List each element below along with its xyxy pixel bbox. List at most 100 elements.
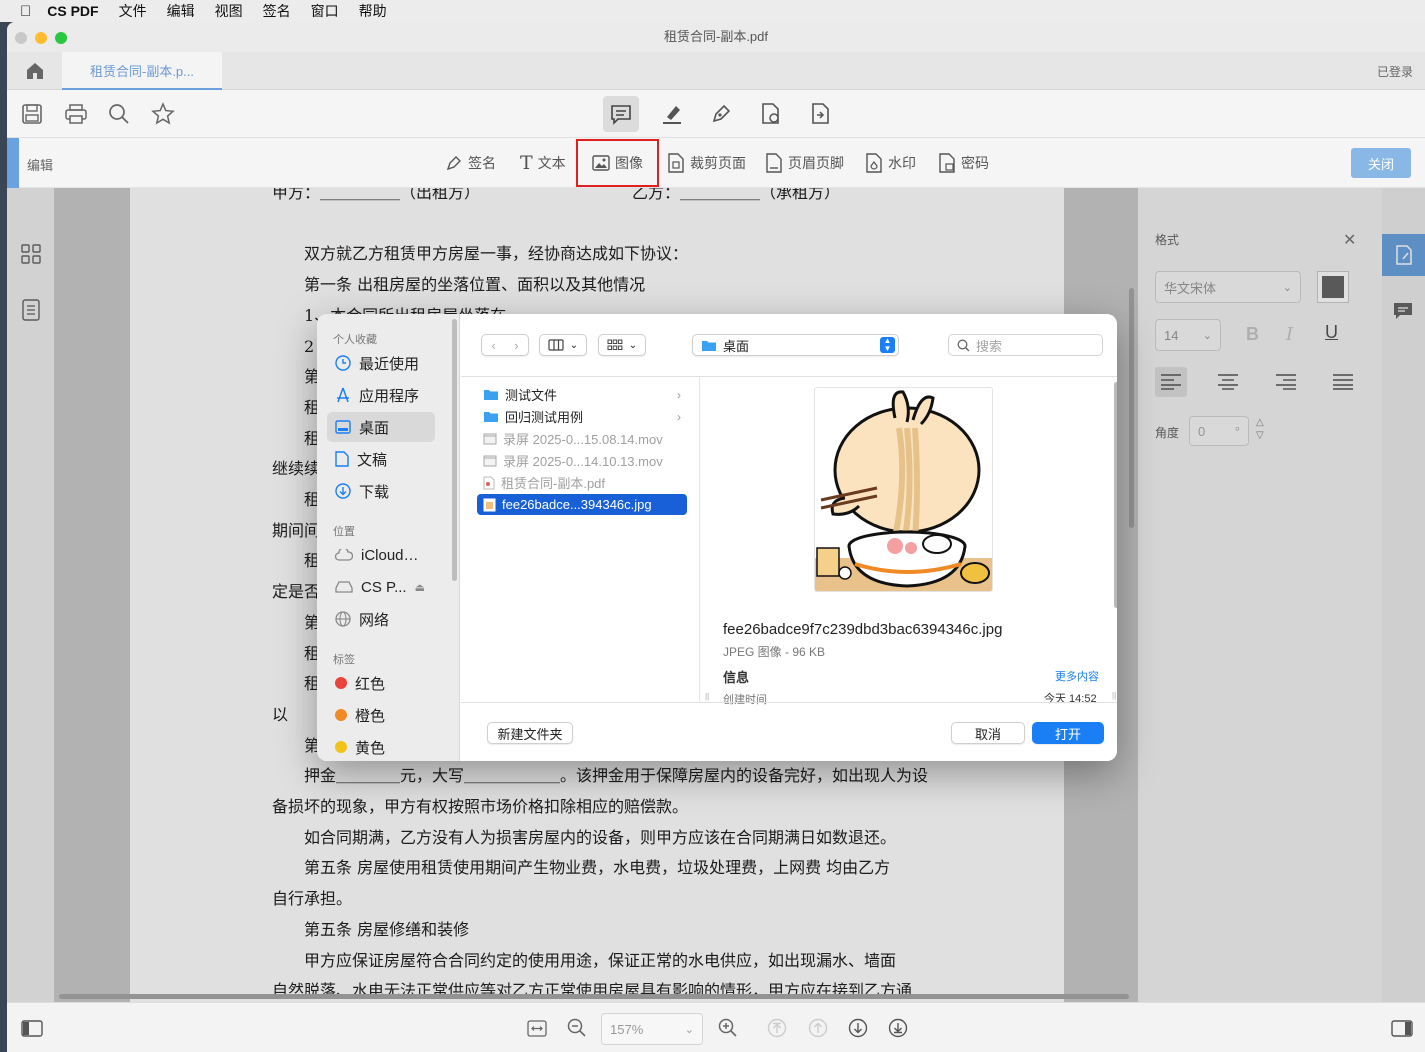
sidebar-item-disk[interactable]: CS P... ⏏ — [327, 572, 435, 602]
menu-file[interactable]: 文件 — [119, 1, 147, 21]
tag-color-icon — [335, 741, 347, 753]
text-button[interactable]: T 文本 — [520, 150, 566, 176]
crop-page-button[interactable]: 裁剪页面 — [667, 150, 746, 176]
zoom-out-button[interactable] — [567, 1018, 587, 1038]
toggle-left-panel-button[interactable] — [21, 1020, 43, 1037]
next-page-button[interactable] — [848, 1018, 868, 1038]
search-field[interactable]: 搜索 — [948, 334, 1103, 356]
first-page-button[interactable] — [767, 1018, 787, 1038]
sidebar-item-icloud[interactable]: iCloud… — [327, 540, 435, 570]
search-icon — [957, 339, 970, 351]
login-status[interactable]: 已登录 — [1377, 63, 1413, 80]
search-placeholder: 搜索 — [976, 338, 1003, 354]
resize-handle-icon[interactable]: || — [705, 692, 709, 701]
title-bar: 租赁合同-副本.pdf — [7, 22, 1425, 52]
group-by-button[interactable]: ⌄ — [598, 334, 646, 356]
sidebar-item-tag[interactable]: 橙色 — [327, 700, 435, 730]
highlight-tool-button[interactable] — [661, 103, 683, 125]
column-divider[interactable] — [699, 376, 700, 702]
eject-icon[interactable]: ⏏ — [415, 581, 425, 594]
sidebar-item-tag[interactable]: 红色 — [327, 668, 435, 698]
cancel-button[interactable]: 取消 — [951, 722, 1025, 744]
sign-label: 签名 — [468, 155, 496, 171]
previous-page-button[interactable] — [808, 1018, 828, 1038]
preview-filename: fee26badce9f7c239dbd3bac6394346c.jpg — [723, 621, 1003, 638]
tab-bar: 租赁合同-副本.p... 已登录 — [7, 52, 1425, 90]
file-item[interactable]: 租赁合同-副本.pdf — [477, 472, 687, 493]
apple-icon[interactable]:  — [20, 3, 31, 20]
image-icon — [483, 498, 496, 512]
sidebar-item-desktop[interactable]: 桌面 — [327, 412, 435, 442]
signature-icon — [446, 156, 461, 171]
new-folder-button[interactable]: 新建文件夹 — [487, 722, 573, 744]
star-icon — [151, 102, 175, 125]
sidebar-item-recents[interactable]: 最近使用 — [327, 348, 435, 378]
edit-toolbar: 编辑 签名 T 文本 图像 裁剪页面 页眉页脚 水印 密码 关闭 — [7, 138, 1425, 188]
folder-item[interactable]: 回归测试用例 › — [477, 406, 687, 427]
home-button[interactable] — [7, 52, 62, 90]
save-button[interactable] — [21, 103, 43, 125]
file-item[interactable]: 录屏 2025-0...15.08.14.mov — [477, 428, 687, 449]
file-item[interactable]: 录屏 2025-0...14.10.13.mov — [477, 450, 687, 471]
last-page-icon — [888, 1018, 908, 1038]
header-footer-label: 页眉页脚 — [788, 155, 844, 171]
close-edit-button[interactable]: 关闭 — [1351, 148, 1411, 178]
menu-window[interactable]: 窗口 — [311, 1, 339, 21]
menu-edit[interactable]: 编辑 — [167, 1, 195, 21]
tab-document[interactable]: 租赁合同-副本.p... — [62, 52, 222, 90]
zoom-select[interactable]: 157% ⌄ — [601, 1013, 703, 1045]
watermark-button[interactable]: 水印 — [865, 150, 916, 176]
header-footer-button[interactable]: 页眉页脚 — [765, 150, 844, 176]
fit-width-button[interactable] — [527, 1020, 547, 1037]
menu-view[interactable]: 视图 — [215, 1, 243, 21]
chevron-right-icon[interactable]: › — [514, 338, 518, 353]
chevron-down-icon: ⌄ — [628, 339, 638, 351]
sign-button[interactable]: 签名 — [445, 150, 496, 176]
sidebar-item-tag[interactable]: 黄色 — [327, 732, 435, 761]
menu-help[interactable]: 帮助 — [359, 1, 387, 21]
more-info-link[interactable]: 更多内容 — [1055, 668, 1099, 684]
image-button[interactable]: 图像 — [576, 139, 659, 187]
resize-handle-icon[interactable]: || — [1112, 691, 1116, 700]
chevron-left-icon[interactable]: ‹ — [491, 338, 495, 353]
last-page-button[interactable] — [888, 1018, 908, 1038]
sidebar-item-downloads[interactable]: 下载 — [327, 476, 435, 506]
convert-tool-button[interactable] — [810, 102, 832, 126]
view-mode-button[interactable]: ⌄ — [539, 334, 587, 356]
sidebar-item-documents[interactable]: 文稿 — [327, 444, 435, 474]
sidebar-left-icon — [21, 1020, 43, 1037]
menu-sign[interactable]: 签名 — [263, 1, 291, 21]
toggle-right-panel-button[interactable] — [1391, 1020, 1413, 1037]
sidebar-scrollbar[interactable] — [452, 319, 457, 581]
bookmark-button[interactable] — [151, 102, 175, 126]
file-item[interactable]: fee26badce...394346c.jpg — [477, 494, 687, 515]
zoom-in-button[interactable] — [718, 1018, 738, 1038]
sidebar-item-applications[interactable]: 应用程序 — [327, 380, 435, 410]
chevron-down-icon: ⌄ — [684, 1023, 694, 1036]
grid-icon — [607, 339, 623, 350]
zoom-window-button[interactable] — [55, 32, 67, 44]
print-button[interactable] — [64, 103, 88, 125]
minimize-window-button[interactable] — [35, 32, 47, 44]
page-tool-button[interactable] — [760, 102, 782, 126]
save-icon — [22, 104, 42, 124]
fit-width-icon — [527, 1020, 547, 1037]
folder-item[interactable]: 测试文件 › — [477, 384, 687, 405]
sidebar-item-network[interactable]: 网络 — [327, 604, 435, 634]
cloud-icon — [335, 549, 353, 561]
created-label: 创建时间 — [723, 694, 767, 706]
image-preview — [814, 387, 993, 592]
comment-mode-button[interactable] — [603, 96, 639, 132]
password-label: 密码 — [961, 155, 989, 171]
sign-tool-button[interactable] — [710, 103, 732, 125]
location-select[interactable]: 桌面 ▲ ▼ — [692, 334, 899, 356]
page-settings-icon — [762, 103, 779, 124]
preview-scrollbar[interactable] — [1114, 382, 1117, 608]
open-button[interactable]: 打开 — [1032, 722, 1104, 744]
search-button[interactable] — [108, 103, 130, 125]
menu-app-name[interactable]: CS PDF — [47, 3, 98, 19]
back-forward-buttons[interactable]: ‹ › — [481, 334, 529, 356]
password-button[interactable]: 密码 — [938, 150, 989, 176]
search-icon — [109, 104, 129, 124]
close-window-button[interactable] — [15, 32, 27, 44]
